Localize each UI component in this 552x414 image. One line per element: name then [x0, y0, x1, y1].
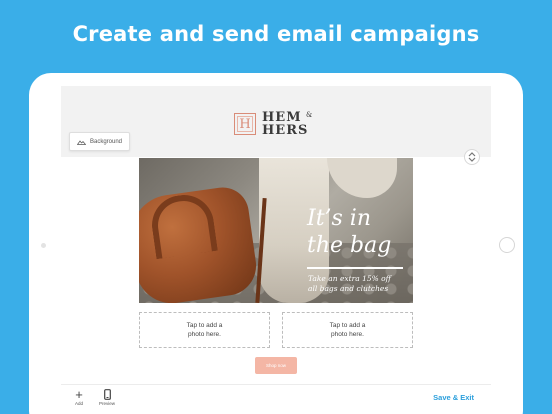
email-header[interactable]: H HEM HERS & Background — [61, 86, 491, 157]
reorder-toggle[interactable] — [464, 149, 480, 165]
shop-now-button[interactable]: Shop now — [255, 357, 297, 374]
photo-slot-right-line-2: photo here. — [331, 331, 364, 338]
headline: Create and send email campaigns — [72, 22, 480, 46]
mountain-icon — [77, 139, 86, 145]
photo-slot-right[interactable]: Tap to add a photo here. — [282, 312, 413, 348]
hero-subtitle: Take an extra 15% off all bags and clutc… — [308, 274, 391, 294]
hero-title-line-1: It’s in — [307, 206, 372, 231]
preview-button-label: Preview — [99, 401, 116, 406]
hero-subtitle-line-1: Take an extra 15% off — [308, 274, 391, 283]
brand-logo-text: HEM HERS & — [262, 111, 312, 138]
save-exit-button[interactable]: Save & Exit — [433, 393, 474, 402]
hero-handbag — [139, 184, 260, 303]
tablet-home-button — [499, 237, 515, 253]
brand-logo-mark: H — [234, 113, 256, 135]
brand-ampersand: & — [306, 111, 313, 119]
hero-handbag-handle — [148, 191, 218, 260]
background-button-label: Background — [90, 138, 123, 145]
photo-slot-right-text: Tap to add a photo here. — [330, 321, 366, 339]
hero-subtitle-line-2: all bags and clutches — [308, 284, 389, 293]
add-button[interactable]: + Add — [75, 388, 83, 406]
hero-title-line-2: the bag — [307, 233, 392, 258]
tablet-camera — [41, 243, 46, 248]
hero-title: It’s in the bag — [307, 205, 391, 259]
background-button[interactable]: Background — [69, 132, 131, 151]
bottom-toolbar: + Add Preview Save & Exit — [61, 384, 491, 414]
brand-logo[interactable]: H HEM HERS & — [234, 111, 312, 138]
photo-slot-right-line-1: Tap to add a — [329, 322, 366, 329]
email-editor-screen: H HEM HERS & Background It’s in the bag … — [61, 86, 491, 414]
photo-slot-left-line-1: Tap to add a — [186, 322, 223, 329]
brand-line-2: HERS — [262, 123, 309, 138]
hero-divider — [307, 267, 403, 269]
add-button-label: Add — [75, 401, 84, 406]
preview-button[interactable]: Preview — [99, 388, 115, 406]
chevron-up-down-icon — [468, 152, 476, 162]
hero-coat — [327, 158, 397, 198]
photo-slot-left[interactable]: Tap to add a photo here. — [139, 312, 270, 348]
plus-icon: + — [75, 387, 83, 402]
photo-slot-left-line-2: photo here. — [188, 331, 221, 338]
photo-slot-left-text: Tap to add a photo here. — [187, 321, 223, 339]
hero-image-block[interactable]: It’s in the bag Take an extra 15% off al… — [139, 158, 413, 303]
phone-icon — [103, 388, 111, 401]
